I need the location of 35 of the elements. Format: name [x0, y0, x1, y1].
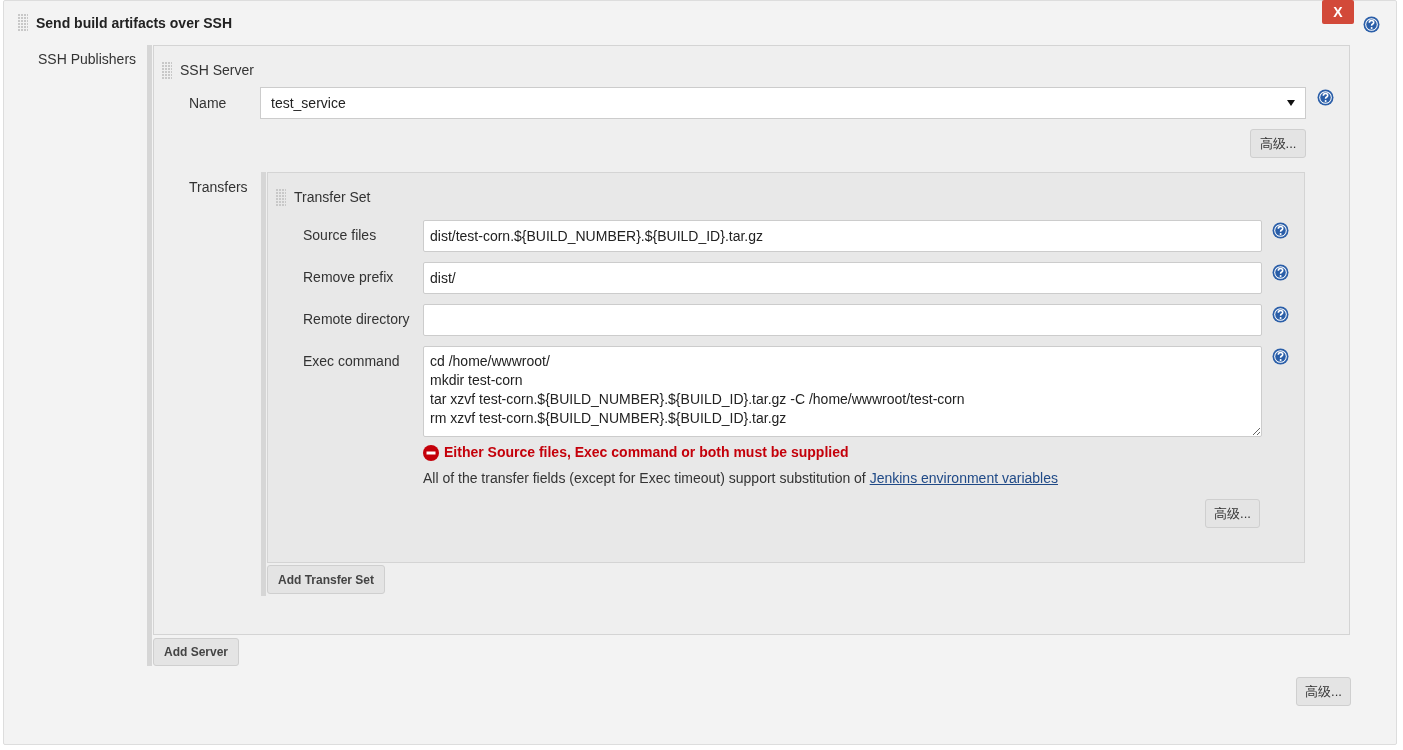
- environment-variables-link[interactable]: Jenkins environment variables: [869, 470, 1058, 486]
- help-icon[interactable]: [1272, 222, 1289, 239]
- help-icon[interactable]: [1363, 16, 1380, 33]
- advanced-button[interactable]: 高级...: [1296, 677, 1351, 706]
- add-server-button[interactable]: Add Server: [153, 638, 240, 666]
- drag-handle-icon[interactable]: [18, 14, 28, 32]
- help-icon[interactable]: [1272, 306, 1289, 323]
- error-message: Either Source files, Exec command or both must be supplied: [444, 443, 849, 462]
- field-label: Remote directory: [302, 310, 411, 329]
- panel-title: SSH Server: [180, 61, 254, 80]
- section-title: Send build artifacts over SSH: [36, 13, 233, 33]
- field-label: Name: [188, 94, 228, 113]
- help-icon[interactable]: [1272, 264, 1289, 281]
- text-field[interactable]: dist/test-corn.${BUILD_NUMBER}.${BUILD_ID}.tar.gz: [423, 220, 1262, 252]
- text-field[interactable]: dist/: [423, 262, 1262, 294]
- exec-command-textarea[interactable]: cd /home/wwwroot/ mkdir test-corn tar xzvf test-corn.${BUILD_NUMBER}.${BUILD_ID}.tar.gz -C /home/wwwroot/test-corn rm xzvf test-corn.${BUILD_NUMBER}.${BUILD_ID}.tar.gz: [423, 346, 1262, 437]
- help-note: All of the transfer fields (except for Exec timeout) support substitution of Jenkins environment variables: [423, 469, 1059, 488]
- field-label: Remove prefix: [302, 268, 395, 287]
- advanced-button[interactable]: 高级...: [1205, 499, 1260, 528]
- text-field[interactable]: [423, 304, 1262, 336]
- advanced-button[interactable]: 高级...: [1250, 129, 1306, 158]
- server-select[interactable]: test_service: [260, 87, 1306, 119]
- field-label: Exec command: [302, 352, 401, 371]
- dropdown-caret-icon: [1287, 100, 1295, 106]
- close-button[interactable]: X: [1322, 0, 1354, 24]
- field-label: Transfers: [188, 178, 249, 197]
- add-transfer-set-button[interactable]: Add Transfer Set: [267, 565, 386, 594]
- error-icon: [423, 444, 439, 461]
- drag-handle-icon[interactable]: [162, 61, 172, 80]
- panel-title: Transfer Set: [294, 188, 371, 207]
- field-label: SSH Publishers: [37, 50, 138, 69]
- drag-handle-icon[interactable]: [276, 188, 286, 207]
- field-label: Source files: [302, 226, 378, 245]
- help-icon[interactable]: [1317, 89, 1334, 106]
- help-icon[interactable]: [1272, 348, 1289, 365]
